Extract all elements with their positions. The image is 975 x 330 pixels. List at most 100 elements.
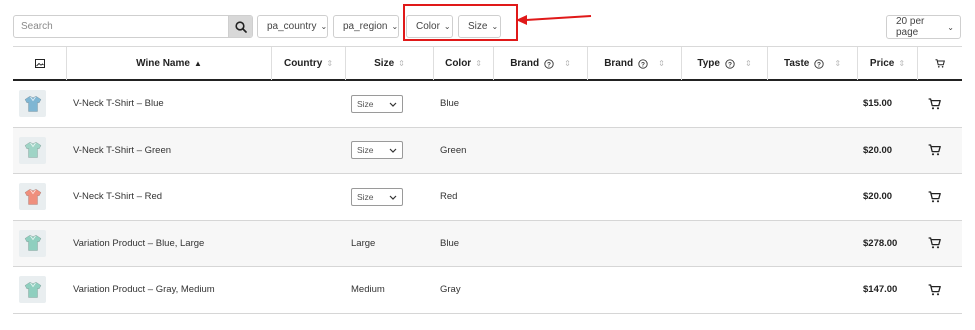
col-brand-1[interactable]: Brand ? ⇕: [493, 47, 587, 80]
product-thumbnail[interactable]: [19, 136, 46, 164]
product-image-cell: [19, 174, 46, 220]
svg-text:?: ?: [641, 61, 645, 68]
product-name[interactable]: Variation Product – Blue, Large: [73, 221, 204, 267]
cart-icon: [928, 191, 941, 203]
header-label: Brand: [510, 58, 540, 69]
color-value: Gray: [440, 284, 461, 296]
add-to-cart-button[interactable]: [928, 191, 941, 203]
help-icon[interactable]: ?: [638, 58, 648, 69]
sort-ascending-icon: ▲: [193, 59, 202, 68]
col-color[interactable]: Color ⇕: [433, 47, 493, 80]
help-icon[interactable]: ?: [725, 58, 735, 69]
filter-label: pa_country: [267, 21, 317, 32]
per-page-select[interactable]: 20 per page ⌄: [886, 15, 961, 39]
filter-pa-country[interactable]: pa_country ⌄: [257, 15, 328, 38]
product-thumbnail[interactable]: [19, 90, 46, 118]
size-select[interactable]: Size: [351, 94, 403, 113]
cart-cell: [928, 128, 941, 174]
help-icon[interactable]: ?: [814, 58, 824, 69]
product-image-cell: [19, 267, 46, 313]
product-name[interactable]: V-Neck T-Shirt – Red: [73, 174, 162, 220]
tshirt-icon: [24, 282, 41, 298]
table-row: V-Neck T-Shirt – Green Size Green $20.00: [13, 127, 962, 174]
col-price[interactable]: Price ⇕: [857, 47, 917, 80]
color-value: Blue: [440, 98, 460, 110]
product-thumbnail[interactable]: [19, 183, 46, 211]
product-name[interactable]: V-Neck T-Shirt – Blue: [73, 81, 164, 127]
cart-icon: [928, 284, 941, 296]
col-type[interactable]: Type ? ⇕: [681, 47, 767, 80]
cart-icon: [928, 144, 941, 156]
size-select[interactable]: Size: [351, 187, 403, 206]
svg-text:?: ?: [547, 61, 551, 68]
col-taste[interactable]: Taste ? ⇕: [767, 47, 857, 80]
search-button[interactable]: [228, 16, 252, 37]
header-label: Color: [445, 58, 472, 69]
table-row: Variation Product – Gray, Medium Medium Gr…: [13, 267, 962, 314]
svg-text:?: ?: [728, 61, 732, 68]
size-select-label: Size: [357, 145, 374, 156]
header-label: Size: [374, 58, 395, 69]
price-value: $20.00: [863, 144, 893, 156]
sort-icon: ⇕: [475, 59, 482, 68]
product-image-cell: [19, 128, 46, 174]
cart-cell: [928, 221, 941, 267]
help-icon[interactable]: ?: [544, 58, 554, 69]
table-row: V-Neck T-Shirt – Blue Size Blue $15.00: [13, 81, 962, 128]
col-wine-name[interactable]: Wine Name ▲: [66, 47, 271, 80]
col-size[interactable]: Size ⇕: [345, 47, 433, 80]
add-to-cart-button[interactable]: [928, 237, 941, 249]
cart-icon: [928, 237, 941, 249]
table-header: Wine Name ▲ Country ⇕ Size ⇕ Color ⇕ Bra…: [13, 46, 962, 81]
size-cell: Size: [351, 174, 403, 220]
cart-icon: [935, 59, 945, 68]
col-cart: [917, 47, 962, 80]
sort-icon: ⇕: [744, 59, 752, 68]
price-value: $147.00: [863, 284, 898, 296]
add-to-cart-button[interactable]: [928, 98, 941, 110]
tshirt-icon: [24, 96, 41, 112]
search-input[interactable]: [14, 16, 228, 37]
cart-cell: [928, 267, 941, 313]
tshirt-icon: [24, 235, 41, 251]
table-row: V-Neck T-Shirt – Red Size Red $20.00: [13, 174, 962, 221]
col-country[interactable]: Country ⇕: [271, 47, 345, 80]
header-label: Type: [697, 58, 720, 69]
chevron-down-icon: [389, 192, 397, 202]
size-cell: Size: [351, 128, 403, 174]
toolbar: pa_country ⌄ pa_region ⌄ Color ⌄ Size ⌄ …: [0, 0, 975, 50]
col-brand-2[interactable]: Brand ? ⇕: [587, 47, 681, 80]
add-to-cart-button[interactable]: [928, 284, 941, 296]
chevron-down-icon: ⌄: [947, 22, 954, 32]
chevron-down-icon: [389, 145, 397, 155]
color-value: Blue: [440, 237, 460, 249]
product-image-cell: [19, 81, 46, 127]
product-thumbnail[interactable]: [19, 229, 46, 257]
product-name[interactable]: Variation Product – Gray, Medium: [73, 267, 215, 313]
filter-pa-region[interactable]: pa_region ⌄: [333, 15, 399, 38]
search-box: [13, 15, 253, 38]
header-label: Brand: [604, 58, 634, 69]
size-cell: Large: [351, 221, 375, 267]
sort-icon: ⇕: [398, 59, 405, 68]
annotation-arrow: [516, 15, 592, 25]
sort-icon: ⇕: [658, 59, 665, 68]
add-to-cart-button[interactable]: [928, 144, 941, 156]
size-cell: Medium: [351, 267, 385, 313]
chevron-down-icon: ⌄: [320, 22, 328, 31]
product-name[interactable]: V-Neck T-Shirt – Green: [73, 128, 171, 174]
header-label: Price: [869, 58, 895, 69]
chevron-down-icon: [389, 99, 397, 109]
cart-cell: [928, 81, 941, 127]
highlight-box: [403, 4, 518, 41]
product-thumbnail[interactable]: [19, 276, 46, 304]
size-select-label: Size: [357, 98, 374, 109]
filter-label: pa_region: [343, 21, 388, 32]
sort-icon: ⇕: [898, 59, 906, 68]
size-select-label: Size: [357, 191, 374, 202]
image-icon: [34, 59, 45, 68]
size-select[interactable]: Size: [351, 141, 403, 160]
table-body: V-Neck T-Shirt – Blue Size Blue $15.00 V-Nec…: [13, 81, 962, 314]
chevron-down-icon: ⌄: [391, 22, 399, 31]
price-value: $20.00: [863, 191, 893, 203]
